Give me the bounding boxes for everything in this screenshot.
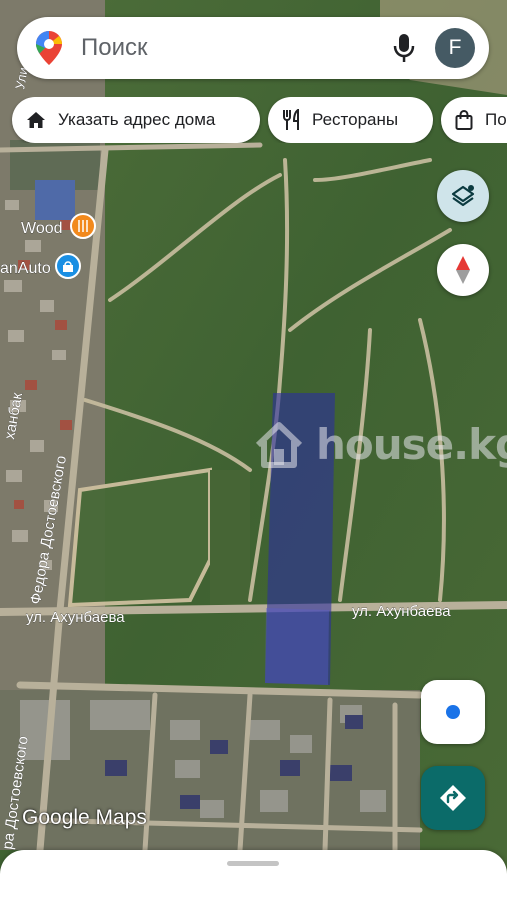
microphone-icon	[393, 34, 415, 62]
my-location-button[interactable]	[421, 680, 485, 744]
chip-home-label: Указать адрес дома	[58, 110, 216, 129]
location-dot-icon	[446, 705, 460, 719]
street-label-right: ул. Ахунбаева	[352, 603, 451, 620]
directions-icon	[440, 785, 466, 811]
chip-shopping[interactable]: По	[441, 97, 507, 143]
maps-pin-logo-icon	[36, 31, 62, 65]
sheet-drag-handle[interactable]	[227, 861, 279, 866]
directions-button[interactable]	[421, 766, 485, 830]
search-bar[interactable]: Поиск F	[17, 17, 489, 79]
chip-restaurants[interactable]: Рестораны	[268, 97, 433, 143]
mic-button[interactable]	[387, 31, 421, 65]
chip-shopping-label: По	[485, 110, 507, 129]
poi-auto-label: anAuto	[0, 260, 51, 277]
bottom-sheet[interactable]	[0, 850, 507, 910]
street-label-left: ул. Ахунбаева	[26, 609, 125, 626]
layers-button[interactable]	[437, 170, 489, 222]
poi-wood-label: Wood	[21, 220, 63, 237]
fork-knife-icon	[283, 109, 299, 130]
home-icon	[27, 112, 45, 128]
house-logo-icon	[255, 421, 303, 468]
chip-home-address[interactable]: Указать адрес дома	[12, 97, 260, 143]
compass-button[interactable]	[437, 244, 489, 296]
compass-icon	[456, 256, 470, 284]
shopping-bag-icon	[455, 110, 473, 130]
category-chips: Указать адрес дома Рестораны По	[0, 97, 507, 143]
google-maps-attribution: Google Maps	[22, 806, 147, 829]
chip-restaurants-label: Рестораны	[312, 110, 399, 129]
watermark: house.kg	[254, 420, 507, 469]
search-placeholder[interactable]: Поиск	[81, 34, 387, 62]
account-avatar[interactable]: F	[435, 28, 475, 68]
watermark-text: house.kg	[316, 420, 507, 469]
layers-icon	[451, 185, 475, 207]
